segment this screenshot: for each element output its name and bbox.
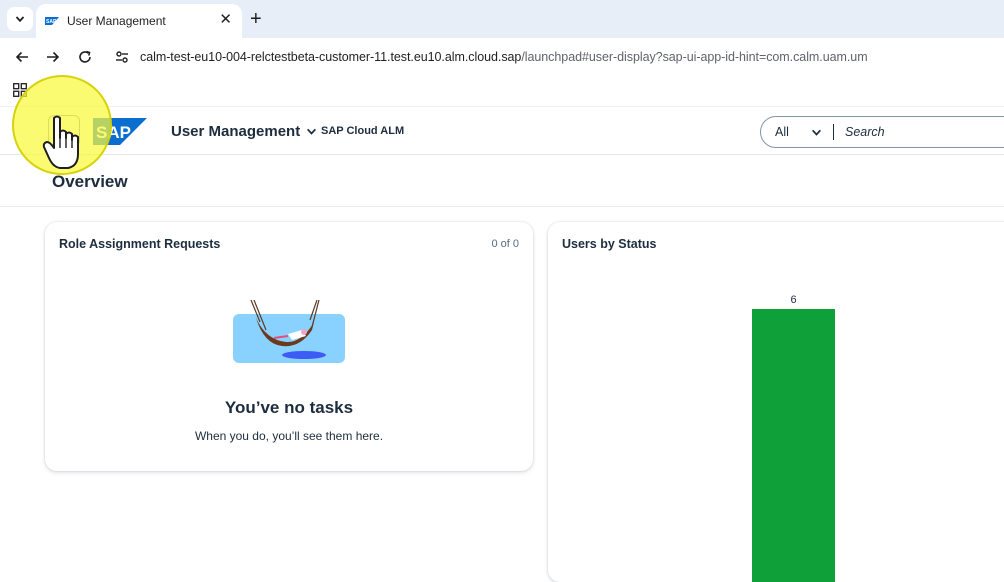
- shell-bar: SAP User Management SAP Cloud ALM All: [0, 106, 1004, 155]
- role-assignment-requests-card[interactable]: Role Assignment Requests 0 of 0 You’ve n…: [45, 222, 533, 471]
- url-host: calm-test-eu10-004-relctestbeta-customer…: [140, 50, 522, 64]
- search-divider: [833, 124, 834, 140]
- app-title: User Management: [171, 123, 301, 140]
- chevron-down-icon: [307, 128, 317, 135]
- app-title-menu[interactable]: User Management: [171, 123, 317, 140]
- browser-toolbar: calm-test-eu10-004-relctestbeta-customer…: [0, 38, 1004, 76]
- card-title: Role Assignment Requests: [59, 237, 221, 251]
- status-bar[interactable]: [752, 309, 835, 582]
- hammock-illustration: [233, 300, 345, 363]
- empty-state-description: When you do, you’ll see them here.: [194, 429, 384, 443]
- page-header: Overview: [0, 155, 1004, 207]
- url-path: /launchpad#user-display?sap-ui-app-id-hi…: [521, 50, 868, 64]
- address-bar[interactable]: calm-test-eu10-004-relctestbeta-customer…: [140, 50, 868, 64]
- search-field: All: [760, 116, 1004, 148]
- card-count: 0 of 0: [491, 238, 519, 250]
- tab-title: User Management: [67, 14, 166, 28]
- sap-favicon: SAP: [45, 17, 59, 25]
- tab-search-button[interactable]: [7, 7, 33, 31]
- site-settings-icon[interactable]: [112, 47, 132, 67]
- back-icon[interactable]: [12, 47, 32, 67]
- search-scope-select[interactable]: All: [775, 125, 789, 139]
- apps-grid-icon[interactable]: [13, 83, 27, 97]
- users-by-status-card[interactable]: Users by Status 6: [548, 222, 1004, 582]
- plus-icon[interactable]: +: [250, 9, 262, 29]
- close-icon[interactable]: ✕: [219, 12, 232, 27]
- home-icon[interactable]: [48, 115, 80, 147]
- empty-state-title: You’ve no tasks: [224, 398, 354, 417]
- overview-content: Role Assignment Requests 0 of 0 You’ve n…: [0, 207, 1004, 582]
- page-title: Overview: [52, 172, 128, 191]
- sap-logo-text: SAP: [96, 123, 131, 142]
- sap-logo[interactable]: SAP: [93, 118, 147, 145]
- chevron-down-icon[interactable]: [811, 127, 822, 138]
- card-title: Users by Status: [562, 237, 657, 251]
- chevron-down-icon: [15, 16, 25, 23]
- forward-icon[interactable]: [43, 47, 63, 67]
- search-input[interactable]: [845, 125, 995, 139]
- users-by-status-chart: 6: [752, 294, 835, 582]
- browser-tab-strip: SAP User Management ✕ +: [0, 0, 1004, 38]
- browser-tab[interactable]: SAP User Management ✕: [36, 4, 242, 38]
- svg-text:SAP: SAP: [46, 19, 57, 25]
- app-subtitle: SAP Cloud ALM: [321, 125, 405, 137]
- reload-icon[interactable]: [75, 47, 95, 67]
- bookmarks-bar: [0, 76, 1004, 106]
- bar-value-label: 6: [790, 294, 796, 306]
